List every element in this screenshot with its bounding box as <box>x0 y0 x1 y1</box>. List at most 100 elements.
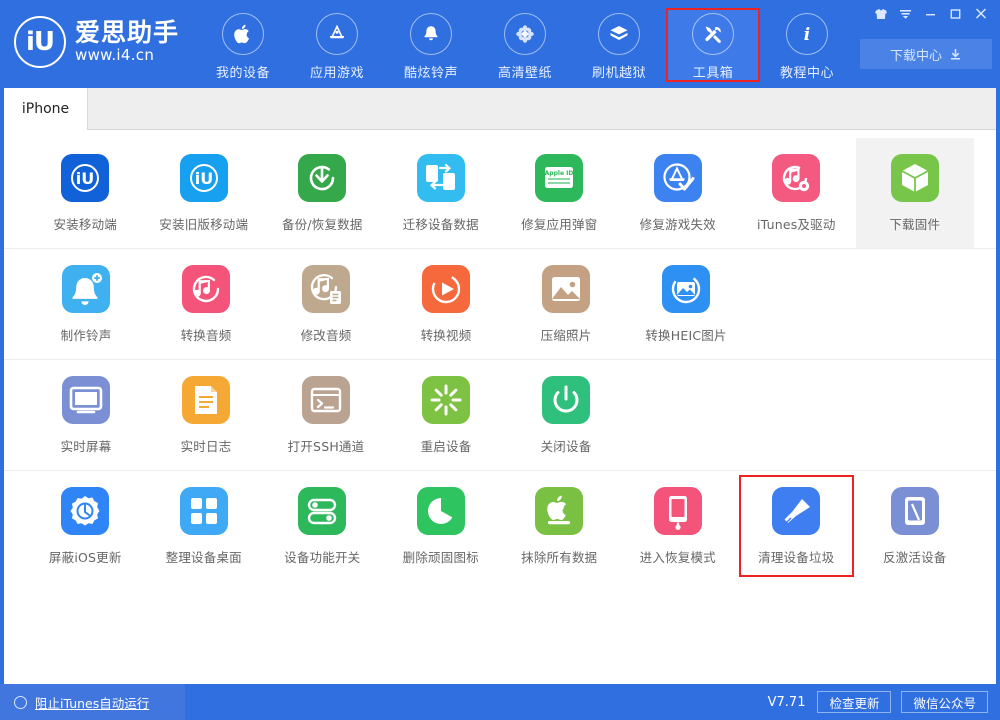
migrate-device-icon <box>417 154 465 202</box>
maximize-button[interactable] <box>944 3 967 24</box>
heic-convert-icon <box>662 265 710 313</box>
tool-migrate-device[interactable]: 迁移设备数据 <box>382 138 501 248</box>
svg-text:iU: iU <box>195 169 213 188</box>
version-label: V7.71 <box>768 695 806 710</box>
restart-icon <box>422 376 470 424</box>
radio-icon <box>14 696 27 709</box>
bell-plus-icon <box>62 265 110 313</box>
tool-heic-convert[interactable]: 转换HEIC图片 <box>626 249 746 359</box>
logo-url: www.i4.cn <box>75 46 179 64</box>
flower-icon <box>504 13 546 55</box>
download-center-label: 下载中心 <box>890 45 942 64</box>
box-open-icon <box>598 13 640 55</box>
nav-item-3[interactable]: 高清壁纸 <box>478 8 572 82</box>
tool-music-edit[interactable]: 修改音频 <box>266 249 386 359</box>
tool-backup-restore[interactable]: 备份/恢复数据 <box>263 138 382 248</box>
tool-ssh-terminal[interactable]: 打开SSH通道 <box>266 360 386 470</box>
app-logo: iU 爱思助手 www.i4.cn <box>14 16 179 68</box>
tool-screen-mirror[interactable]: 实时屏幕 <box>26 360 146 470</box>
nav-item-label: 刷机越狱 <box>592 62 646 81</box>
nav-item-label: 我的设备 <box>216 62 270 81</box>
itunes-gear-icon <box>772 154 820 202</box>
menu-button[interactable] <box>894 3 917 24</box>
bell-icon <box>410 13 452 55</box>
music-convert-icon <box>182 265 230 313</box>
nav-item-0[interactable]: 我的设备 <box>196 8 290 82</box>
tool-itunes-gear[interactable]: iTunes及驱动 <box>737 138 856 248</box>
power-off-icon <box>542 376 590 424</box>
nav-item-5[interactable]: 工具箱 <box>666 8 760 82</box>
tool-label: 删除顽固图标 <box>403 547 479 566</box>
tool-label: 备份/恢复数据 <box>282 214 363 233</box>
tool-erase-apple[interactable]: 抹除所有数据 <box>500 471 619 581</box>
tool-label: iTunes及驱动 <box>757 214 836 233</box>
video-convert-icon <box>422 265 470 313</box>
tool-label: 转换视频 <box>421 325 472 344</box>
tool-label: 清理设备垃圾 <box>758 547 834 566</box>
tool-log-file[interactable]: 实时日志 <box>146 360 266 470</box>
tools-icon <box>692 13 734 55</box>
tool-label: 屏蔽iOS更新 <box>49 547 122 566</box>
tool-video-convert[interactable]: 转换视频 <box>386 249 506 359</box>
tool-power-off[interactable]: 关闭设备 <box>506 360 626 470</box>
erase-apple-icon <box>535 487 583 535</box>
tool-i4-app[interactable]: iU安装移动端 <box>26 138 145 248</box>
tool-toggles[interactable]: 设备功能开关 <box>263 471 382 581</box>
tool-restart[interactable]: 重启设备 <box>386 360 506 470</box>
tool-i4-app-old[interactable]: iU安装旧版移动端 <box>145 138 264 248</box>
tool-label: 制作铃声 <box>61 325 112 344</box>
app-header: iU 爱思助手 www.i4.cn 我的设备 应用游戏酷炫铃声 高清壁纸 刷机越狱 工具… <box>0 0 1000 88</box>
minimize-button[interactable] <box>919 3 942 24</box>
tool-photo-compress[interactable]: 压缩照片 <box>506 249 626 359</box>
ssh-terminal-icon <box>302 376 350 424</box>
tool-row: 实时屏幕实时日志打开SSH通道重启设备 关闭设备 <box>4 360 996 471</box>
svg-text:i: i <box>804 25 810 45</box>
block-update-icon <box>61 487 109 535</box>
tool-recovery-mode[interactable]: 进入恢复模式 <box>619 471 738 581</box>
logo-text: 爱思助手 www.i4.cn <box>75 19 179 66</box>
i4-app-old-icon: iU <box>180 154 228 202</box>
tool-deactivate[interactable]: 反激活设备 <box>856 471 975 581</box>
tool-pie-delete[interactable]: 删除顽固图标 <box>382 471 501 581</box>
logo-mark-icon: iU <box>14 16 66 68</box>
wechat-button[interactable]: 微信公众号 <box>901 691 988 713</box>
log-file-icon <box>182 376 230 424</box>
tool-appstore-check[interactable]: 修复游戏失效 <box>619 138 738 248</box>
tool-clean-junk[interactable]: 清理设备垃圾 <box>737 471 856 581</box>
tab-iphone[interactable]: iPhone <box>4 88 88 130</box>
tool-row: 制作铃声 转换音频 修改音频 转换视频 压缩照片转换HEIC图片 <box>4 249 996 360</box>
skin-button[interactable] <box>869 3 892 24</box>
logo-name: 爱思助手 <box>75 19 179 46</box>
download-icon <box>949 48 962 61</box>
download-center-button[interactable]: 下载中心 <box>860 39 992 69</box>
nav-item-2[interactable]: 酷炫铃声 <box>384 8 478 82</box>
tool-appleid-card[interactable]: Apple ID修复应用弹窗 <box>500 138 619 248</box>
tool-organize-desktop[interactable]: 整理设备桌面 <box>145 471 264 581</box>
tool-label: 修复游戏失效 <box>640 214 716 233</box>
nav-item-6[interactable]: i 教程中心 <box>760 8 854 82</box>
nav-item-1[interactable]: 应用游戏 <box>290 8 384 82</box>
tool-label: 进入恢复模式 <box>640 547 716 566</box>
tool-label: 转换音频 <box>181 325 232 344</box>
close-button[interactable] <box>969 3 992 24</box>
tool-label: 关闭设备 <box>541 436 592 455</box>
tool-firmware-box[interactable]: 下载固件 <box>856 138 975 248</box>
tool-label: 修改音频 <box>301 325 352 344</box>
tool-bell-plus[interactable]: 制作铃声 <box>26 249 146 359</box>
nav-item-label: 教程中心 <box>780 62 834 81</box>
nav-item-4[interactable]: 刷机越狱 <box>572 8 666 82</box>
tool-label: 修复应用弹窗 <box>521 214 597 233</box>
tool-label: 重启设备 <box>421 436 472 455</box>
tool-label: 抹除所有数据 <box>521 547 597 566</box>
firmware-box-icon <box>891 154 939 202</box>
tool-music-convert[interactable]: 转换音频 <box>146 249 266 359</box>
nav-item-label: 酷炫铃声 <box>404 62 458 81</box>
block-itunes-toggle[interactable]: 阻止iTunes自动运行 <box>0 684 185 720</box>
nav-item-label: 高清壁纸 <box>498 62 552 81</box>
check-update-button[interactable]: 检查更新 <box>817 691 891 713</box>
tool-block-update[interactable]: 屏蔽iOS更新 <box>26 471 145 581</box>
toolbox-grid: iU安装移动端iU安装旧版移动端备份/恢复数据迁移设备数据Apple ID修复应… <box>0 130 1000 684</box>
music-edit-icon <box>302 265 350 313</box>
apple-icon <box>222 13 264 55</box>
status-bar: 阻止iTunes自动运行 V7.71 检查更新 微信公众号 <box>0 684 1000 720</box>
